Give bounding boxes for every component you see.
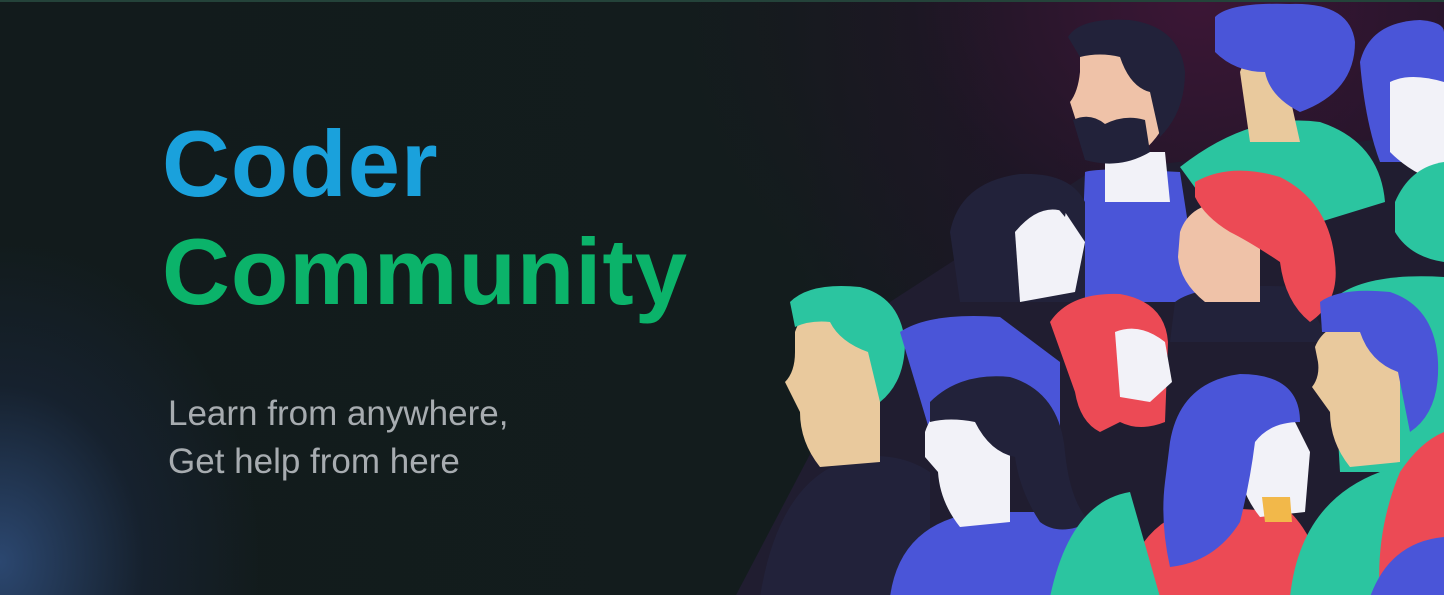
title-line-coder: Coder: [162, 111, 439, 216]
crowd-of-people-illustration: [736, 3, 1444, 595]
title-line-community: Community: [162, 219, 688, 324]
banner-tagline: Learn from anywhere, Get help from here: [168, 390, 508, 486]
person-dark-hair-left: [950, 173, 1085, 302]
community-banner: Coder Community Learn from anywhere, Get…: [0, 0, 1444, 595]
banner-title: Coder Community: [162, 110, 688, 326]
tagline-line-2: Get help from here: [168, 442, 460, 481]
tagline-line-1: Learn from anywhere,: [168, 394, 509, 433]
